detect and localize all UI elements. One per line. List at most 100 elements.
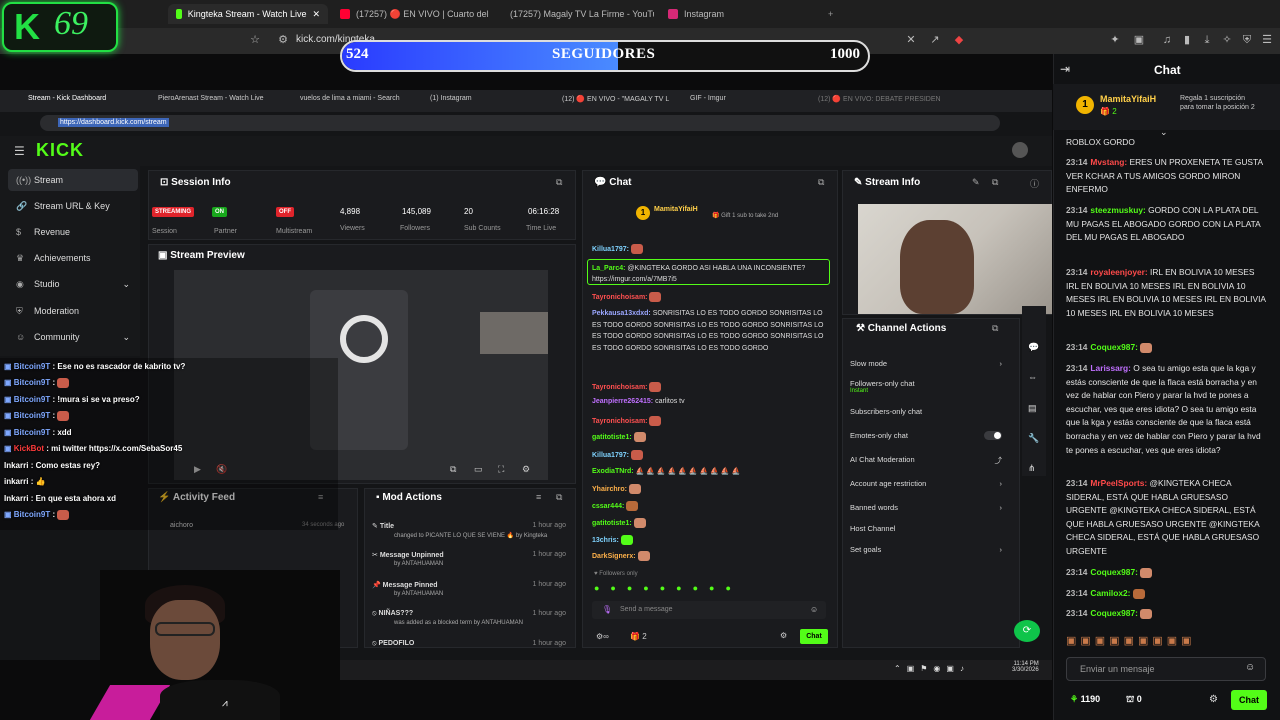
inner-tab-piero[interactable]: PieroArenast Stream - Watch Live	[158, 95, 264, 102]
channel-points[interactable]: ⚘ 1190	[1070, 694, 1100, 705]
inner-tab-dashboard[interactable]: Stream - Kick Dashboard	[28, 95, 106, 102]
leaderboard-user[interactable]: MamitaYifaiH	[1100, 94, 1156, 104]
message-user[interactable]: MrPeelSports:	[1090, 478, 1147, 488]
emotes-only-toggle[interactable]	[984, 431, 1002, 440]
channel-action-host-channel[interactable]: Host Channel	[850, 524, 1002, 533]
puzzle-icon[interactable]: ✦	[1108, 33, 1122, 47]
info-icon[interactable]: ⓘ	[1030, 177, 1039, 190]
sidebar-item-stream-url[interactable]: 🔗 Stream URL & Key	[8, 195, 138, 217]
inner-tab-imgur[interactable]: GIF - Imgur	[690, 95, 726, 102]
chat-username[interactable]: Tayronichoisam:	[592, 418, 648, 425]
message-user[interactable]: royaleenjoyer:	[1090, 267, 1147, 277]
shield-icon[interactable]: ⛨	[1240, 33, 1254, 47]
chat-username[interactable]: Tayronichoisam:	[592, 294, 648, 301]
channel-action-subs-only[interactable]: Subscribers-only chat	[850, 407, 1002, 416]
extension-icon[interactable]: ◆	[952, 33, 966, 47]
share-icon[interactable]: ⋔	[1028, 463, 1036, 474]
chat-username[interactable]: Yhairchro:	[592, 486, 627, 493]
channel-action-banned-words[interactable]: Banned words ›	[850, 503, 1002, 512]
inner-tab-magaly[interactable]: (12) 🔴 EN VIVO - "MAGALY TV L	[562, 95, 669, 103]
edit-icon[interactable]: ✎	[972, 177, 980, 188]
emoji-icon[interactable]: ☺	[1245, 662, 1255, 673]
kick-logo[interactable]: KICK	[36, 140, 84, 161]
theater-icon[interactable]: ▭	[474, 464, 483, 475]
tray-icons-icon[interactable]: ⌃▣⚑◉▣♪	[894, 664, 970, 673]
chat-username[interactable]: Killua1797:	[592, 452, 629, 459]
message-user[interactable]: Coquex987:	[1090, 608, 1137, 618]
chat-username[interactable]: ExodiaTNrd:	[592, 468, 634, 475]
music-icon[interactable]: ♫	[1160, 33, 1174, 47]
bookmark-icon[interactable]: ☆	[248, 33, 262, 47]
channel-action-set-goals[interactable]: Set goals ›	[850, 545, 1002, 554]
chat-username[interactable]: gatitotiste1:	[592, 434, 632, 441]
popout-icon[interactable]: ⧉	[556, 492, 562, 503]
channel-action-slow-mode[interactable]: Slow mode ›	[850, 359, 1002, 368]
screenshot-icon[interactable]: ▣	[1132, 33, 1146, 47]
site-info-icon[interactable]: ⚙	[276, 33, 290, 47]
share-icon[interactable]: ↗	[928, 33, 942, 47]
emote-bar-icon[interactable]: ●●●●●●●●●	[594, 583, 742, 593]
gear-icon[interactable]: ⚙	[1209, 694, 1218, 705]
chevron-down-icon[interactable]: ⌄	[122, 279, 130, 290]
dashboard-chat-send-button[interactable]: Chat	[800, 629, 828, 644]
pip-icon[interactable]: ⧉	[450, 464, 456, 475]
wrench-icon[interactable]: 🔧	[1028, 433, 1039, 444]
right-chat-send-button[interactable]: Chat	[1231, 690, 1267, 710]
filter-icon[interactable]: ≡	[536, 492, 541, 502]
chat-username[interactable]: 13chris:	[592, 537, 619, 544]
emote-picker-row-icon[interactable]: ▣▣▣▣▣▣▣▣▣	[1066, 634, 1196, 647]
message-user[interactable]: Coquex987:	[1090, 567, 1137, 577]
mute-icon[interactable]: ✕	[904, 33, 918, 47]
mic-icon[interactable]: 🎙	[602, 605, 612, 614]
chat-username[interactable]: Tayronichoisam:	[592, 384, 648, 391]
message-user[interactable]: Mvstang:	[1090, 157, 1127, 167]
sidebar-item-studio[interactable]: ◉ Studio ⌄	[8, 273, 138, 295]
chat-username[interactable]: La_Parc4:	[592, 265, 625, 272]
chat-username[interactable]: Pekkausa13xdxd:	[592, 310, 651, 317]
hamburger-icon[interactable]: ☰	[14, 144, 25, 158]
message-user[interactable]: Larissarg:	[1090, 363, 1131, 373]
sidebar-item-stream[interactable]: ((•)) Stream	[8, 169, 138, 191]
inner-tab-debate[interactable]: (12) 🔴 EN VIVO: DEBATE PRESIDEN	[818, 95, 941, 103]
new-tab-button[interactable]: +	[828, 4, 833, 24]
channel-action-account-age[interactable]: Account age restriction ›	[850, 479, 1002, 488]
inner-address-bar[interactable]	[40, 115, 1000, 131]
layout-icon[interactable]: ▤	[1028, 403, 1037, 414]
popout-icon[interactable]: ⧉	[556, 177, 562, 188]
gift-counter[interactable]: ⛫ 0	[1126, 694, 1142, 706]
channel-action-followers-only[interactable]: Followers-only chat Instant	[850, 379, 1002, 394]
outer-tab-youtube-2[interactable]: (17257) Magaly TV La Firme - YouTu	[504, 4, 654, 24]
popout-icon[interactable]: ⧉	[992, 177, 998, 188]
channel-action-ai-moderation[interactable]: AI Chat Moderation ⤴	[850, 455, 1002, 465]
avatar[interactable]	[1012, 142, 1028, 158]
inner-url-text[interactable]: https://dashboard.kick.com/stream	[58, 118, 169, 127]
channel-action-emotes-only[interactable]: Emotes-only chat	[850, 431, 1002, 440]
support-button[interactable]: ⟳	[1014, 620, 1040, 642]
chat-username[interactable]: DarkSignerx:	[592, 553, 636, 560]
inner-tab-search[interactable]: vuelos de lima a miami - Search	[300, 95, 400, 102]
emoji-icon[interactable]: ☺	[810, 605, 818, 614]
chat-username[interactable]: gatitotiste1:	[592, 520, 632, 527]
popout-icon[interactable]: ⧉	[818, 177, 824, 188]
sidebar-item-moderation[interactable]: ⛨ Moderation	[8, 300, 138, 322]
outer-tab-youtube-1[interactable]: (17257) 🔴 EN VIVO | Cuarto del	[340, 4, 490, 24]
inner-tab-instagram[interactable]: (1) Instagram	[430, 95, 472, 102]
message-user[interactable]: steezmuskuy:	[1090, 205, 1145, 215]
collapse-chat-icon[interactable]: ⇥	[1060, 62, 1070, 76]
gear-icon[interactable]: ⚙	[522, 464, 530, 475]
menu-icon[interactable]: ☰	[1260, 33, 1274, 47]
ai-icon[interactable]: ✧	[1220, 33, 1234, 47]
sidebar-item-revenue[interactable]: $ Revenue	[8, 221, 138, 243]
outer-tab-kingteka[interactable]: Kingteka Stream - Watch Live ✕	[168, 4, 328, 24]
outer-tab-instagram[interactable]: Instagram	[668, 4, 818, 24]
chat-username[interactable]: Jeanpierre262415:	[592, 398, 653, 405]
sidebar-item-community[interactable]: ☺ Community ⌄	[8, 326, 138, 348]
popout-icon[interactable]: ⧉	[992, 323, 998, 334]
chat-username[interactable]: Killua1797:	[592, 246, 629, 253]
close-tab-icon[interactable]: ✕	[312, 9, 320, 20]
gear-icon[interactable]: ⚙	[780, 631, 787, 640]
resize-icon[interactable]: ⇔	[1028, 372, 1037, 382]
fullscreen-icon[interactable]: ⛶	[498, 464, 504, 475]
chevron-down-icon[interactable]: ⌄	[122, 332, 130, 343]
chat-bubble-icon[interactable]: 💬	[1028, 342, 1039, 353]
